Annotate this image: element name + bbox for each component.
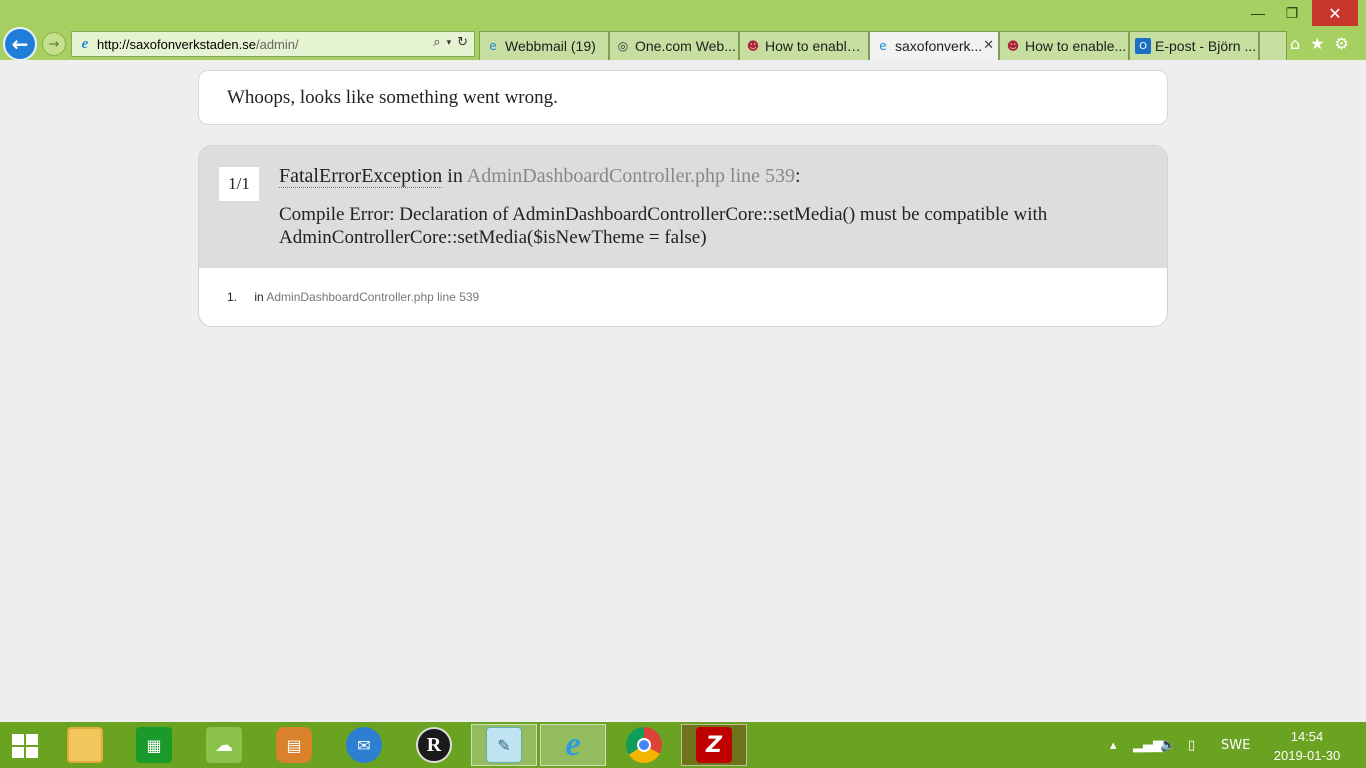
clock[interactable]: 14:54 2019-01-30 xyxy=(1262,727,1352,765)
address-host: http://saxofonverkstaden.se xyxy=(97,36,256,52)
forward-arrow-icon: → xyxy=(48,36,60,52)
exception-header: 1/1 FatalErrorException in AdminDashboar… xyxy=(199,146,1167,268)
tab-label: One.com Web... xyxy=(635,38,736,54)
filezilla-icon: Z xyxy=(696,727,732,763)
address-bar[interactable]: e http://saxofonverkstaden.se/admin/ ⌕ ▾… xyxy=(71,31,475,57)
tab-label: E-post - Björn ... xyxy=(1155,38,1257,54)
file-explorer-icon xyxy=(67,727,103,763)
forward-button[interactable]: → xyxy=(42,32,66,56)
browser-chrome: — ❐ ✕ ← → e http://saxofonverkstaden.se/… xyxy=(0,0,1366,61)
close-window-button[interactable]: ✕ xyxy=(1312,0,1358,26)
chrome-icon xyxy=(626,727,662,763)
address-url[interactable]: http://saxofonverkstaden.se/admin/ xyxy=(97,37,299,52)
settings-gear-icon[interactable]: ⚙ xyxy=(1335,34,1349,53)
tab-label: saxofonverk... xyxy=(895,38,983,54)
tab-strip: e Webbmail (19) ◎ One.com Web... ☻ How t… xyxy=(479,31,1287,60)
close-tab-icon[interactable]: ✕ xyxy=(983,38,994,53)
chevron-up-icon: ▴ xyxy=(1110,737,1117,753)
taskbar-file-explorer[interactable] xyxy=(52,724,118,766)
tab-how-to-enable-2[interactable]: ☻ How to enable... xyxy=(999,31,1129,60)
clock-date: 2019-01-30 xyxy=(1273,748,1341,763)
error-headline-box: Whoops, looks like something went wrong. xyxy=(198,70,1168,125)
exception-location: AdminDashboardController.php line 539 xyxy=(466,165,796,187)
tab-label: How to enable ... xyxy=(765,38,868,54)
back-button[interactable]: ← xyxy=(3,27,37,61)
ie-icon: e xyxy=(879,39,887,53)
outlook-icon: O xyxy=(1135,38,1151,54)
seafile-icon: ☁ xyxy=(206,727,242,763)
refresh-icon[interactable]: ↻ xyxy=(457,35,468,51)
tab-onecom[interactable]: ◎ One.com Web... xyxy=(609,31,739,60)
thunderbird-icon: ✉ xyxy=(346,727,382,763)
exception-class: FatalErrorException xyxy=(279,165,443,188)
prestashop-icon: ☻ xyxy=(746,39,760,53)
show-hidden-icons[interactable]: ▴ xyxy=(1110,722,1117,768)
tab-epost[interactable]: O E-post - Björn ... xyxy=(1129,31,1259,60)
internet-explorer-icon: e xyxy=(565,726,581,763)
language-label: SWE xyxy=(1221,737,1251,753)
onecom-icon: ◎ xyxy=(617,39,629,53)
battery-icon[interactable]: ▯ xyxy=(1188,722,1195,768)
taskbar-internet-explorer[interactable]: e xyxy=(540,724,606,766)
taskbar: ▦ ☁ ▤ ✉ R ✎ e Z ▴ ▂▄▆ 🔈 ▯ SWE 14:54 2019… xyxy=(0,722,1366,768)
ie-icon: e xyxy=(489,39,497,53)
dropdown-icon[interactable]: ▾ xyxy=(447,35,452,51)
exception-counter: 1/1 xyxy=(219,167,259,201)
reaper-icon: R xyxy=(416,727,452,763)
search-icon[interactable]: ⌕ xyxy=(433,35,440,51)
tab-how-to-enable-1[interactable]: ☻ How to enable ... xyxy=(739,31,869,60)
exception-in-word: in xyxy=(447,165,463,187)
taskbar-notepad[interactable]: ✎ xyxy=(471,724,537,766)
address-path: /admin/ xyxy=(255,36,299,52)
trace-number: 1. xyxy=(227,290,238,304)
exception-panel: 1/1 FatalErrorException in AdminDashboar… xyxy=(198,145,1168,327)
taskbar-chrome[interactable] xyxy=(611,724,677,766)
taskbar-thunderbird[interactable]: ✉ xyxy=(331,724,397,766)
exception-message: Compile Error: Declaration of AdminDashb… xyxy=(279,204,1048,248)
ibooks-icon: ▤ xyxy=(276,727,312,763)
language-indicator[interactable]: SWE xyxy=(1221,722,1250,768)
trace-in-word: in xyxy=(254,290,264,304)
new-tab-button[interactable] xyxy=(1259,31,1287,60)
prestashop-icon: ☻ xyxy=(1006,39,1020,53)
maximize-button[interactable]: ❐ xyxy=(1270,0,1314,26)
tab-saxofonverkstaden[interactable]: e saxofonverk... ✕ xyxy=(869,31,999,60)
favorites-star-icon[interactable]: ★ xyxy=(1310,34,1324,53)
windows-start-icon[interactable] xyxy=(12,734,38,758)
exception-colon: : xyxy=(795,165,801,187)
trace-location: AdminDashboardController.php line 539 xyxy=(266,290,480,304)
ie-page-icon: e xyxy=(81,35,89,52)
taskbar-reaper[interactable]: R xyxy=(401,724,467,766)
error-headline: Whoops, looks like something went wrong. xyxy=(227,86,558,108)
taskbar-seafile[interactable]: ☁ xyxy=(191,724,257,766)
volume-icon[interactable]: 🔈 xyxy=(1160,722,1176,768)
taskbar-store[interactable]: ▦ xyxy=(121,724,187,766)
home-icon[interactable]: ⌂ xyxy=(1290,34,1300,53)
taskbar-ibooks[interactable]: ▤ xyxy=(261,724,327,766)
clock-time: 14:54 xyxy=(1290,729,1324,744)
store-icon: ▦ xyxy=(136,727,172,763)
notepad-icon: ✎ xyxy=(486,727,522,763)
tab-label: Webbmail (19) xyxy=(505,38,596,54)
stack-trace-item: 1. in AdminDashboardController.php line … xyxy=(227,290,479,304)
exception-title: FatalErrorException in AdminDashboardCon… xyxy=(279,165,801,188)
back-arrow-icon: ← xyxy=(11,32,29,56)
network-icon[interactable]: ▂▄▆ xyxy=(1133,722,1163,768)
tab-label: How to enable... xyxy=(1025,38,1127,54)
taskbar-filezilla[interactable]: Z xyxy=(681,724,747,766)
tab-webbmail[interactable]: e Webbmail (19) xyxy=(479,31,609,60)
